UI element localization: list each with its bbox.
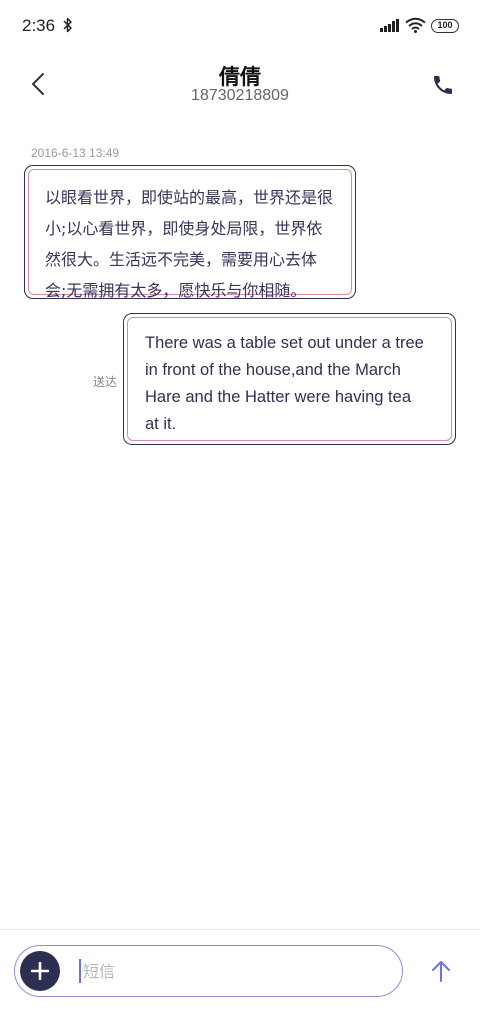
plus-icon: [31, 962, 49, 980]
add-attachment-button[interactable]: [20, 951, 60, 991]
wifi-icon: [405, 17, 426, 33]
message-timestamp: 2016-6-13 13:49: [31, 146, 120, 160]
message-input[interactable]: [83, 954, 383, 988]
message-line: 小;以心看世界，即使身处局限，世界依: [45, 219, 323, 238]
send-arrow-icon: [432, 961, 450, 982]
message-line: 以眼看世界，即使站的最高，世界还是很: [45, 188, 334, 207]
message-composer: [14, 945, 403, 997]
send-button[interactable]: [425, 955, 457, 987]
message-line: in front of the house,and the March: [145, 361, 401, 379]
bluetooth-icon: [63, 17, 72, 33]
battery-icon: 100: [431, 19, 459, 33]
message-text: 以眼看世界，即使站的最高，世界还是很 小;以心看世界，即使身处局限，世界依 然很…: [28, 169, 352, 300]
outgoing-message-bubble[interactable]: There was a table set out under a tree i…: [123, 313, 456, 445]
incoming-message-bubble[interactable]: 以眼看世界，即使站的最高，世界还是很 小;以心看世界，即使身处局限，世界依 然很…: [24, 165, 356, 300]
message-line: There was a table set out under a tree: [145, 334, 424, 352]
status-time: 2:36: [22, 16, 56, 35]
sms-conversation-screen: 2:36 100 倩倩 18730218809 2016-6-13 13:49 …: [0, 0, 480, 1013]
signal-icon: [380, 19, 399, 32]
message-line: 然很大。生活远不完美，需要用心去体: [45, 250, 318, 269]
call-button[interactable]: [428, 70, 458, 100]
delivery-status: 送达: [93, 375, 118, 389]
composer-divider: [0, 929, 480, 930]
conversation-header: 倩倩 18730218809: [0, 52, 480, 122]
message-text: There was a table set out under a tree i…: [127, 317, 452, 441]
message-line: 会;无需拥有太多，愿快乐与你相随。: [45, 281, 307, 300]
message-line: Hare and the Hatter were having tea: [145, 388, 411, 406]
text-cursor: [79, 959, 81, 983]
status-bar: 2:36 100: [0, 0, 480, 52]
contact-number: 18730218809: [191, 87, 289, 104]
phone-icon: [434, 76, 452, 94]
message-line: at it.: [145, 415, 177, 433]
